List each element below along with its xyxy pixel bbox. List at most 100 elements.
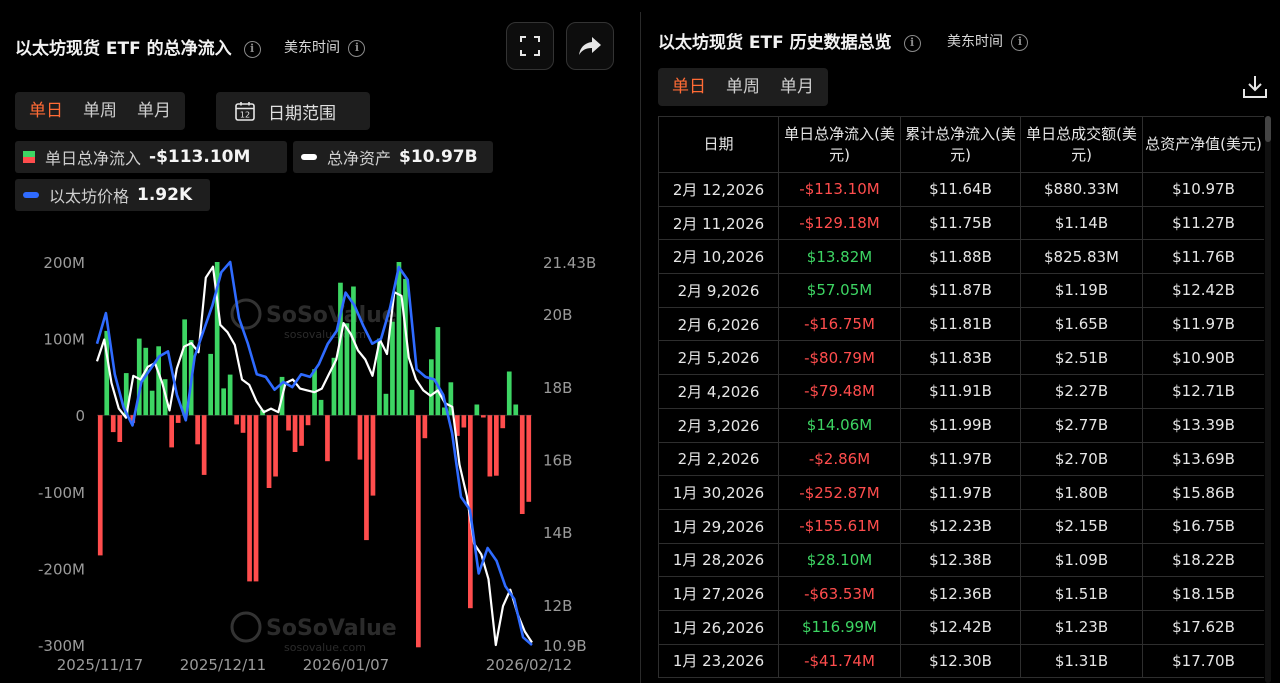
x-tick-label: 2026/02/12 [486,656,572,674]
table-cell: 1月 28,2026 [658,542,779,578]
y-right-tick-label: 16B [543,452,572,470]
table-cell: -$63.53M [778,576,901,611]
y-left-tick-label: -300M [38,637,85,655]
table-cell: $17.62B [1142,609,1264,645]
history-timezone-info-icon[interactable]: i [1011,33,1029,51]
table-cell: -$16.75M [778,306,901,342]
table-cell: 1月 27,2026 [658,576,779,611]
inflow-bar [149,390,155,416]
table-cell: $2.27B [1020,374,1143,409]
history-table: 日期 单日总净流入(美元) 累计总净流入(美元) 单日总成交额(美元) 总资产净… [658,116,1264,679]
inflow-bar [461,415,467,428]
y-right-tick-label: 20B [543,306,572,324]
table-cell: $18.15B [1142,576,1264,611]
col-header-date[interactable]: 日期 [658,116,779,173]
inflow-bar [234,415,239,425]
table-cell: $10.97B [1142,172,1264,207]
table-row[interactable]: 2月 10,2026 $13.82M $11.88B $825.83M $11.76B [658,239,1264,275]
inflow-bar [422,415,428,439]
table-cell: 2月 6,2026 [658,306,779,342]
table-row[interactable]: 1月 27,2026 -$63.53M $12.36B $1.51B $18.15B [658,576,1264,611]
inflow-bar [175,415,181,423]
table-cell: 1月 23,2026 [658,643,779,679]
table-cell: $12.36B [900,576,1021,611]
table-cell: $1.23B [1020,609,1143,645]
inflow-bar [506,371,512,416]
history-tab-monthly[interactable]: 单月 [770,68,824,106]
inflow-bar [299,415,304,446]
table-row[interactable]: 2月 12,2026 -$113.10M $11.64B $880.33M $10.97… [658,172,1264,207]
inflow-bar [409,389,415,416]
table-row[interactable]: 1月 29,2026 -$155.61M $12.23B $2.15B $16.75B [658,508,1264,544]
col-header-daily-volume[interactable]: 单日总成交额(美元) [1020,116,1143,173]
table-row[interactable]: 2月 6,2026 -$16.75M $11.81B $1.65B $11.97B [658,306,1264,342]
table-cell: $116.99M [778,609,901,645]
y-left-tick-label: -200M [38,560,85,578]
table-cell: $1.19B [1020,273,1143,308]
table-cell: $15.86B [1142,475,1264,510]
table-row[interactable]: 1月 30,2026 -$252.87M $11.97B $1.80B $15.86B [658,475,1264,510]
history-tab-daily[interactable]: 单日 [662,68,716,106]
history-timezone-text: 美东时间 [947,34,1003,50]
table-row[interactable]: 1月 23,2026 -$41.74M $12.30B $1.31B $17.70B [658,643,1264,679]
table-row[interactable]: 2月 3,2026 $14.06M $11.99B $2.77B $13.39B [658,407,1264,443]
table-row[interactable]: 2月 2,2026 -$2.86M $11.97B $2.70B $13.69B [658,441,1264,477]
inflow-bar [383,393,389,416]
table-row[interactable]: 2月 5,2026 -$80.79M $11.83B $2.51B $10.90B [658,340,1264,376]
col-header-cumulative-inflow[interactable]: 累计总净流入(美元) [900,116,1021,173]
history-timezone: 美东时间 i [947,31,1029,51]
col-header-daily-inflow[interactable]: 单日总净流入(美元) [778,116,901,173]
y-right-tick-label: 14B [543,524,572,542]
table-row[interactable]: 2月 4,2026 -$79.48M $11.91B $2.27B $12.71B [658,374,1264,409]
table-row[interactable]: 1月 28,2026 $28.10M $12.38B $1.09B $18.22B [658,542,1264,578]
table-cell: $28.10M [778,542,901,578]
table-cell: $12.42B [900,609,1021,645]
table-cell: $11.27B [1142,205,1264,241]
table-cell: $10.90B [1142,340,1264,376]
table-cell: -$129.18M [778,205,901,241]
y-left-tick-label: 100M [43,331,85,349]
table-cell: $11.76B [1142,239,1264,275]
table-cell: $1.80B [1020,475,1143,510]
history-tab-weekly[interactable]: 单周 [716,68,770,106]
table-cell: $11.97B [1142,306,1264,342]
table-row[interactable]: 2月 11,2026 -$129.18M $11.75B $1.14B $11.27B [658,205,1264,241]
col-header-net-assets[interactable]: 总资产净值(美元) [1142,116,1264,173]
y-right-tick-label: 12B [543,597,572,615]
history-panel-title: 以太坊现货 ETF 历史数据总览 i [658,28,921,53]
history-table-container[interactable]: 日期 单日总净流入(美元) 累计总净流入(美元) 单日总成交额(美元) 总资产净… [658,116,1264,683]
inflow-bar [474,404,480,416]
table-cell: $880.33M [1020,172,1143,207]
inflow-bar [487,415,493,477]
table-cell: $11.64B [900,172,1021,207]
inflow-bar [435,327,441,416]
inflow-bar [110,415,116,433]
table-scrollbar[interactable] [1265,116,1271,683]
table-cell: 2月 5,2026 [658,340,779,376]
history-info-icon[interactable]: i [903,34,921,52]
watermark-text: SoSoValue [266,616,397,641]
y-right-tick-label: 21.43B [543,254,596,272]
download-button[interactable] [1240,72,1270,102]
table-row[interactable]: 2月 9,2026 $57.05M $11.87B $1.19B $12.42B [658,273,1264,308]
table-cell: $2.70B [1020,441,1143,477]
history-title-text: 以太坊现货 ETF 历史数据总览 [658,33,892,53]
inflow-bar [266,415,272,488]
inflow-bar [305,415,311,426]
table-cell: $13.69B [1142,441,1264,477]
table-cell: $1.31B [1020,643,1143,679]
table-cell: $11.97B [900,441,1021,477]
table-cell: $13.39B [1142,407,1264,443]
table-cell: $13.82M [778,239,901,275]
table-cell: 2月 9,2026 [658,273,779,308]
table-row[interactable]: 1月 26,2026 $116.99M $12.42B $1.23B $17.62B [658,609,1264,645]
scrollbar-thumb[interactable] [1265,116,1271,142]
inflow-bar [364,415,369,541]
inflow-bar [416,415,421,648]
table-cell: $11.91B [900,374,1021,409]
y-left-tick-label: 0 [75,407,85,425]
inflow-bar [396,262,402,416]
watermark-subtext: sosovalue.com [284,641,366,654]
watermark-text: SoSoValue [266,303,397,328]
inflow-bar [182,319,187,416]
